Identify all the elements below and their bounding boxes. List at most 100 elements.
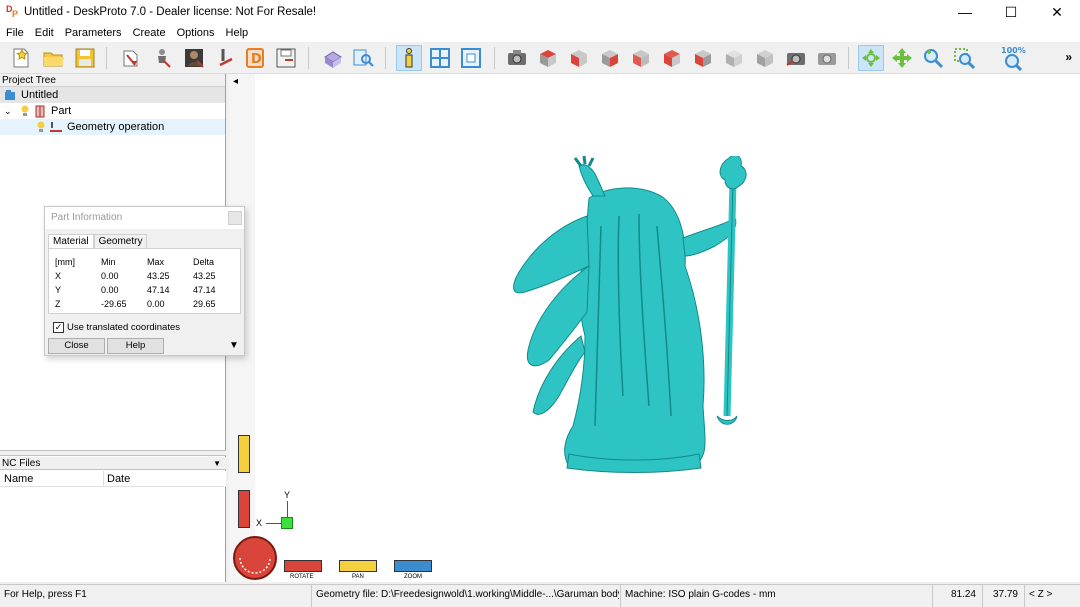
new-project-icon[interactable]	[8, 45, 34, 71]
svg-text:100%: 100%	[1001, 46, 1026, 55]
open-folder-icon[interactable]	[40, 45, 66, 71]
vertical-slider-red[interactable]	[238, 490, 250, 528]
row-x-max: 43.25	[147, 271, 170, 281]
axis-origin-cube	[281, 517, 293, 529]
figure-icon[interactable]	[150, 45, 176, 71]
tab-material[interactable]: Material	[48, 234, 94, 248]
view-bottom-icon[interactable]	[690, 45, 716, 71]
lightbulb-icon[interactable]	[36, 121, 46, 138]
minimize-button[interactable]: —	[942, 0, 988, 24]
status-axis: < Z >	[1024, 585, 1080, 607]
menu-options[interactable]: Help	[220, 27, 254, 39]
header-unit: [mm]	[55, 257, 75, 267]
view-left-icon[interactable]	[628, 45, 654, 71]
menu-file[interactable]: File	[0, 27, 29, 39]
axis-y-line	[287, 501, 288, 517]
view-top-icon[interactable]	[535, 45, 561, 71]
row-y-max: 47.14	[147, 285, 170, 295]
save-nc-icon[interactable]	[273, 45, 299, 71]
row-x-label: X	[55, 271, 62, 281]
translated-coordinates-label: Use translated coordinates	[67, 322, 181, 333]
menu-view[interactable]: Parameters	[59, 27, 127, 39]
camera-next-icon[interactable]	[814, 45, 840, 71]
menu-edit[interactable]: Edit	[29, 27, 59, 39]
zoom-in-icon[interactable]	[920, 45, 946, 71]
tree-label-part: Part	[51, 105, 72, 117]
project-tree-header: Project Tree	[0, 74, 225, 87]
help-button[interactable]: Help	[107, 338, 164, 354]
photo-part-icon[interactable]	[181, 45, 207, 71]
collapse-arrow[interactable]: ◂	[233, 76, 238, 87]
window-view-icon[interactable]	[458, 45, 484, 71]
viewport-3d[interactable]: ◂ Y X ROTATE PAN ZOOM	[229, 74, 1080, 582]
menu-parameters[interactable]: Create	[127, 27, 171, 39]
row-z-delta: 29.65	[193, 299, 216, 309]
translated-coordinates-checkbox[interactable]: ✓	[53, 322, 64, 333]
status-geometry-file: Geometry file: D:\Freedesignwold\1.worki…	[311, 585, 619, 607]
preview-search-icon[interactable]	[350, 45, 376, 71]
dialog-close-icon[interactable]	[228, 211, 242, 225]
close-window-button[interactable]: ✕	[1034, 0, 1080, 24]
dropdown-arrow-icon[interactable]: ▼	[213, 457, 221, 470]
column-date[interactable]: Date	[107, 473, 130, 485]
machine-icon[interactable]	[320, 45, 346, 71]
rotate-label: ROTATE	[290, 574, 314, 580]
row-x-delta: 43.25	[193, 271, 216, 281]
view-back-icon[interactable]	[659, 45, 685, 71]
window-title: Untitled - DeskProto 7.0 - Dealer licens…	[24, 6, 317, 18]
view-iso-icon[interactable]	[721, 45, 747, 71]
axis-x-label: X	[256, 518, 263, 528]
row-y-delta: 47.14	[193, 285, 216, 295]
rotate-slider[interactable]	[284, 560, 322, 572]
rotate-dial-icon[interactable]	[232, 535, 278, 581]
pane-splitter[interactable]	[0, 450, 226, 456]
view-default-icon[interactable]	[752, 45, 778, 71]
operation-icon	[49, 121, 63, 138]
camera-icon[interactable]	[504, 45, 530, 71]
nc-files-columns: Name Date	[0, 471, 226, 487]
toolbar: D 100% »	[0, 42, 1080, 74]
row-z-max: 0.00	[147, 299, 165, 309]
toolbar-overflow-button[interactable]: »	[1065, 50, 1072, 64]
menu-bar: File Edit Parameters Create Options Help	[0, 24, 1080, 42]
header-delta: Delta	[193, 257, 215, 267]
tree-item-geometry-operation[interactable]: Geometry operation	[0, 119, 225, 135]
tree-label-geometry-operation: Geometry operation	[67, 121, 165, 133]
maximize-button[interactable]: ☐	[988, 0, 1034, 24]
status-x: 81.24	[932, 585, 982, 607]
tab-geometry[interactable]: Geometry	[93, 234, 148, 248]
menu-create[interactable]: Options	[171, 27, 220, 39]
column-name[interactable]: Name	[4, 473, 33, 485]
axis-x-line	[266, 523, 282, 524]
pan-slider[interactable]	[339, 560, 377, 572]
tree-item-untitled[interactable]: Untitled	[0, 87, 225, 103]
pan-label: PAN	[352, 574, 364, 580]
toolpath-icon[interactable]	[212, 45, 238, 71]
part-wizard-icon[interactable]	[118, 45, 144, 71]
dialog-title-bar[interactable]: Part Information	[45, 207, 244, 229]
zoom-window-icon[interactable]	[951, 45, 977, 71]
tree-item-part[interactable]: ⌄ Part	[0, 103, 225, 119]
camera-previous-icon[interactable]	[783, 45, 809, 71]
row-y-min: 0.00	[101, 285, 119, 295]
dialog-title: Part Information	[51, 212, 123, 223]
status-help: For Help, press F1	[4, 589, 87, 600]
layout-grid-icon[interactable]	[427, 45, 453, 71]
rotate-view-icon[interactable]	[858, 45, 884, 71]
zoom-100-icon[interactable]: 100%	[1000, 45, 1026, 71]
column-divider[interactable]	[103, 471, 104, 487]
zoom-slider[interactable]	[394, 560, 432, 572]
close-button[interactable]: Close	[48, 338, 105, 354]
pan-view-icon[interactable]	[889, 45, 915, 71]
view-front-icon[interactable]	[566, 45, 592, 71]
tree-label-untitled: Untitled	[21, 89, 59, 101]
drill-icon[interactable]: D	[242, 45, 268, 71]
header-min: Min	[101, 257, 116, 267]
save-icon[interactable]	[72, 45, 98, 71]
vertical-slider-yellow[interactable]	[238, 435, 250, 473]
chevron-down-icon[interactable]: ⌄	[4, 103, 12, 119]
nc-files-title: NC Files	[2, 458, 41, 469]
view-right-icon[interactable]	[597, 45, 623, 71]
expand-arrow-icon[interactable]: ▼	[229, 340, 239, 351]
info-icon[interactable]	[396, 45, 422, 71]
